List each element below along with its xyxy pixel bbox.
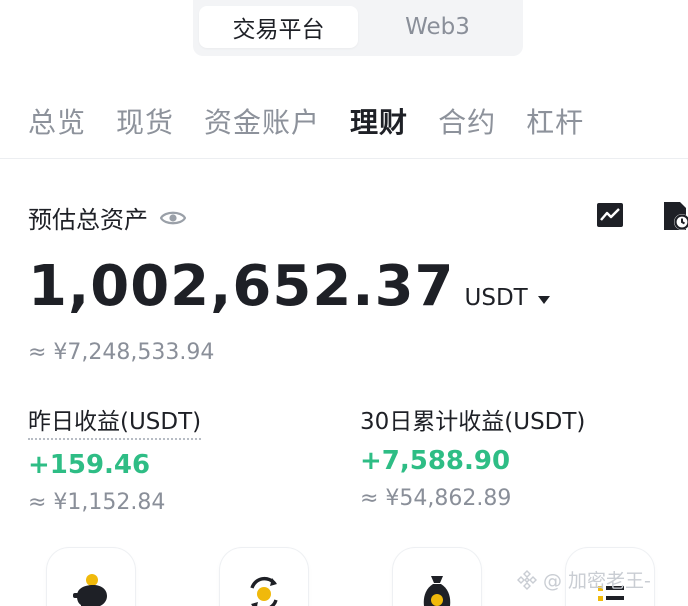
quick-action-auto-invest[interactable] — [220, 548, 308, 606]
thirty-day-earnings-value: +7,588.90 — [360, 446, 511, 476]
piggy-bank-icon — [73, 574, 107, 606]
money-bag-icon — [423, 576, 451, 606]
eye-icon[interactable] — [159, 209, 187, 227]
thirty-day-earnings: 30日累计收益(USDT) +7,588.90 ≈ ¥54,862.89 — [360, 402, 585, 511]
yesterday-earnings: 昨日收益(USDT) +159.46 ≈ ¥1,152.84 — [28, 402, 202, 515]
asset-chart-icon[interactable] — [596, 202, 624, 228]
earn-overview-screen: 交易平台 Web3 总览 现货 资金账户 理财 合约 杠杆 预估总资产 1,00… — [0, 0, 688, 606]
caret-down-icon[interactable] — [537, 290, 550, 304]
total-balance-amount: 1,002,652.37 — [28, 254, 455, 319]
total-balance: 1,002,652.37 USDT — [28, 254, 550, 319]
estimated-total-header: 预估总资产 — [28, 200, 187, 235]
tab-exchange-platform[interactable]: 交易平台 — [199, 6, 358, 48]
quick-action-savings[interactable] — [47, 548, 135, 606]
yesterday-earnings-value: +159.46 — [28, 450, 151, 480]
account-tabs: 总览 现货 资金账户 理财 合约 杠杆 — [0, 98, 688, 144]
tab-overview[interactable]: 总览 — [28, 101, 86, 141]
history-record-icon[interactable] — [662, 200, 688, 232]
tab-spot[interactable]: 现货 — [116, 101, 174, 141]
total-balance-unit[interactable]: USDT — [465, 285, 528, 311]
watermark: @ 加密老王- — [515, 566, 651, 593]
yesterday-earnings-title[interactable]: 昨日收益(USDT) — [28, 402, 202, 440]
binance-logo-icon — [517, 569, 537, 590]
thirty-day-earnings-title: 30日累计收益(USDT) — [360, 409, 586, 435]
tabs-divider — [0, 158, 688, 159]
tab-earn[interactable]: 理财 — [350, 101, 408, 141]
tab-web3[interactable]: Web3 — [358, 6, 517, 48]
watermark-text: @ 加密老王- — [543, 570, 651, 592]
yesterday-earnings-cny: ≈ ¥1,152.84 — [28, 490, 166, 515]
estimated-total-label: 预估总资产 — [28, 206, 148, 234]
quick-action-staking[interactable] — [393, 548, 481, 606]
auto-invest-icon — [250, 576, 278, 606]
tab-funding[interactable]: 资金账户 — [204, 101, 320, 141]
thirty-day-earnings-cny: ≈ ¥54,862.89 — [360, 486, 512, 511]
total-balance-cny: ≈ ¥7,248,533.94 — [28, 340, 215, 365]
platform-switch: 交易平台 Web3 — [193, 0, 523, 56]
tab-margin[interactable]: 杠杆 — [526, 101, 584, 141]
tab-futures[interactable]: 合约 — [438, 101, 496, 141]
